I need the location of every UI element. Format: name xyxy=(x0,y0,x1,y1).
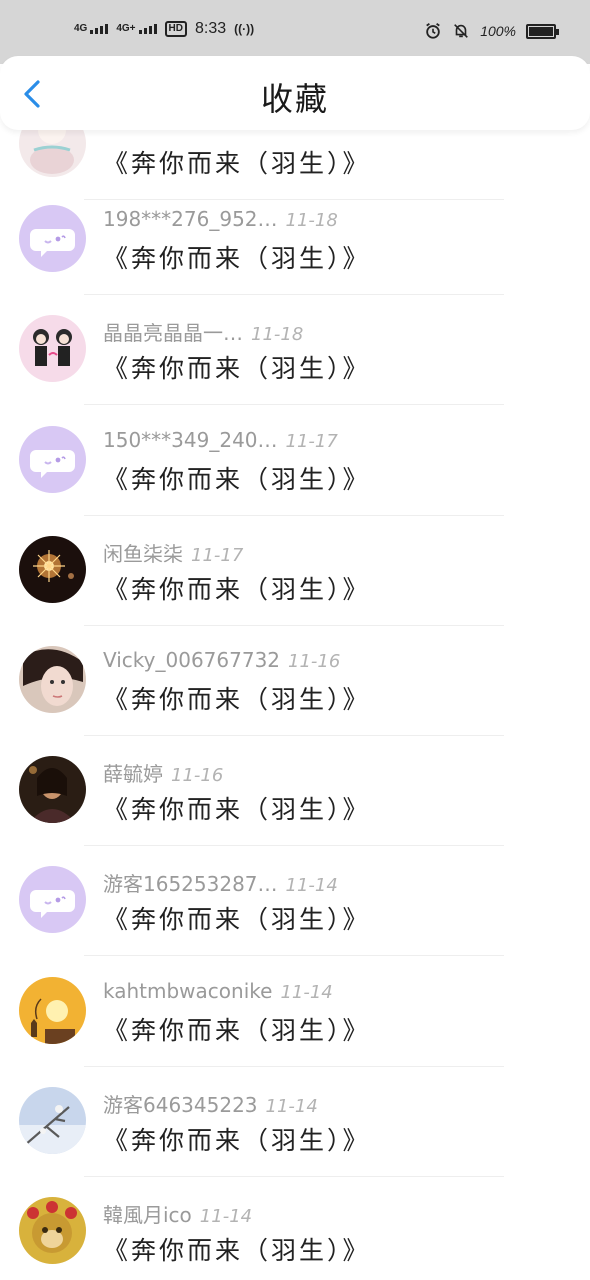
item-meta: 198***276_952… 11-18 xyxy=(103,207,338,231)
item-divider xyxy=(84,404,504,405)
signal-1-label: 4G xyxy=(74,23,88,34)
status-right: 100% xyxy=(424,22,559,40)
avatar-chat-placeholder-icon xyxy=(19,866,86,933)
song-title: 《奔你而来（羽生）》 xyxy=(103,795,371,824)
song-title: 《奔你而来（羽生）》 xyxy=(103,905,371,934)
item-meta: 韓風月ico 11-14 xyxy=(103,1199,252,1228)
favorite-item[interactable]: 闲鱼柒柒 11-17 《奔你而来（羽生）》 xyxy=(0,516,590,626)
favorite-date: 11-18 xyxy=(251,324,304,345)
favorite-item[interactable]: 游客165253287… 11-14 《奔你而来（羽生）》 xyxy=(0,846,590,956)
username: Vicky_006767732 xyxy=(103,648,281,672)
avatar-dark-portrait-icon xyxy=(19,756,86,823)
user-avatar[interactable] xyxy=(19,205,86,272)
favorite-item[interactable]: 晶晶亮晶晶一… 11-18 《奔你而来（羽生）》 xyxy=(0,295,590,405)
user-avatar[interactable] xyxy=(19,1197,86,1264)
clock-time: 8:33 xyxy=(194,20,227,37)
cellular-signal-2-icon: 4G+ xyxy=(116,23,157,34)
hd-voice-icon: HD xyxy=(164,21,187,37)
avatar-couple-cartoon-icon xyxy=(19,315,86,382)
song-title: 《奔你而来（羽生）》 xyxy=(103,1236,371,1265)
avatar-sunset-icon xyxy=(19,977,86,1044)
user-avatar[interactable] xyxy=(19,1087,86,1154)
item-meta: 150***349_240… 11-17 xyxy=(103,428,338,452)
item-meta: Vicky_006767732 11-16 xyxy=(103,648,340,672)
username: kahtmbwaconike xyxy=(103,979,273,1003)
title-bar: 收藏 xyxy=(0,56,590,130)
user-avatar[interactable] xyxy=(19,866,86,933)
favorite-date: 11-17 xyxy=(191,545,244,566)
favorite-date: 11-14 xyxy=(199,1206,253,1227)
page-title: 收藏 xyxy=(260,80,329,118)
username: 游客165253287… xyxy=(103,872,278,896)
cellular-signal-1-icon: 4G xyxy=(74,23,109,34)
song-title: 《奔你而来（羽生）》 xyxy=(103,244,371,273)
user-avatar[interactable] xyxy=(19,756,86,823)
username: 游客646345223 xyxy=(103,1093,258,1117)
avatar-winter-branch-icon xyxy=(19,1087,86,1154)
user-avatar[interactable] xyxy=(19,977,86,1044)
avatar-portrait-icon xyxy=(19,646,86,713)
favorite-date: 11-16 xyxy=(171,765,224,786)
alarm-icon xyxy=(426,23,440,39)
item-meta: 游客165253287… 11-14 xyxy=(103,868,338,897)
item-meta: kahtmbwaconike 11-14 xyxy=(103,979,333,1003)
item-meta: 游客646345223 11-14 xyxy=(103,1089,318,1118)
favorite-date: 11-14 xyxy=(265,1096,318,1117)
favorite-item[interactable]: 游客646345223 11-14 《奔你而来（羽生）》 xyxy=(0,1067,590,1177)
username: 198***276_952… xyxy=(103,207,278,231)
favorite-date: 11-14 xyxy=(285,875,338,896)
nfc-icon: ((·)) xyxy=(234,22,255,36)
battery-icon xyxy=(526,23,559,39)
avatar-chat-placeholder-icon xyxy=(19,426,86,493)
battery-percent: 100% xyxy=(480,23,516,39)
favorite-date: 11-18 xyxy=(285,210,338,231)
username: 韓風月ico xyxy=(103,1203,192,1227)
song-title: 《奔你而来（羽生）》 xyxy=(103,149,371,178)
favorite-date: 11-17 xyxy=(285,431,338,452)
song-title: 《奔你而来（羽生）》 xyxy=(103,575,371,604)
avatar-monkey-king-icon xyxy=(19,1197,86,1264)
favorite-item[interactable]: kahtmbwaconike 11-14 《奔你而来（羽生）》 xyxy=(0,957,590,1067)
status-bar: 4G 4G+ HD 8:33 ((·)) 100% xyxy=(0,0,590,64)
item-divider xyxy=(84,955,504,956)
favorite-item[interactable]: Vicky_006767732 11-16 《奔你而来（羽生）》 xyxy=(0,626,590,736)
favorite-item[interactable]: 韓風月ico 11-14 《奔你而来（羽生）》 xyxy=(0,1177,590,1280)
mute-bell-icon xyxy=(454,24,469,38)
avatar-chat-placeholder-icon xyxy=(19,205,86,272)
username: 150***349_240… xyxy=(103,428,278,452)
item-meta: 薛毓婷 11-16 xyxy=(103,758,223,787)
username: 薛毓婷 xyxy=(103,762,163,786)
favorite-item[interactable]: 150***349_240… 11-17 《奔你而来（羽生）》 xyxy=(0,406,590,516)
user-avatar[interactable] xyxy=(19,646,86,713)
status-left: 4G 4G+ HD 8:33 ((·)) xyxy=(74,20,254,38)
user-avatar[interactable] xyxy=(19,536,86,603)
song-title: 《奔你而来（羽生）》 xyxy=(103,1126,371,1155)
username: 晶晶亮晶晶一… xyxy=(103,321,243,345)
song-title: 《奔你而来（羽生）》 xyxy=(103,685,371,714)
song-title: 《奔你而来（羽生）》 xyxy=(103,354,371,383)
avatar-sparkler-icon xyxy=(19,536,86,603)
item-meta: 闲鱼柒柒 11-17 xyxy=(103,538,243,567)
user-avatar[interactable] xyxy=(19,426,86,493)
song-title: 《奔你而来（羽生）》 xyxy=(103,465,371,494)
favorite-date: 11-16 xyxy=(288,651,341,672)
signal-2-label: 4G+ xyxy=(116,23,136,34)
username: 闲鱼柒柒 xyxy=(103,542,183,566)
user-avatar[interactable] xyxy=(19,315,86,382)
favorite-item[interactable]: 198***276_952… 11-18 《奔你而来（羽生）》 xyxy=(0,185,590,295)
favorite-item[interactable]: 薛毓婷 11-16 《奔你而来（羽生）》 xyxy=(0,736,590,846)
song-title: 《奔你而来（羽生）》 xyxy=(103,1016,371,1045)
favorite-date: 11-14 xyxy=(280,982,333,1003)
item-meta: 晶晶亮晶晶一… 11-18 xyxy=(103,317,303,346)
